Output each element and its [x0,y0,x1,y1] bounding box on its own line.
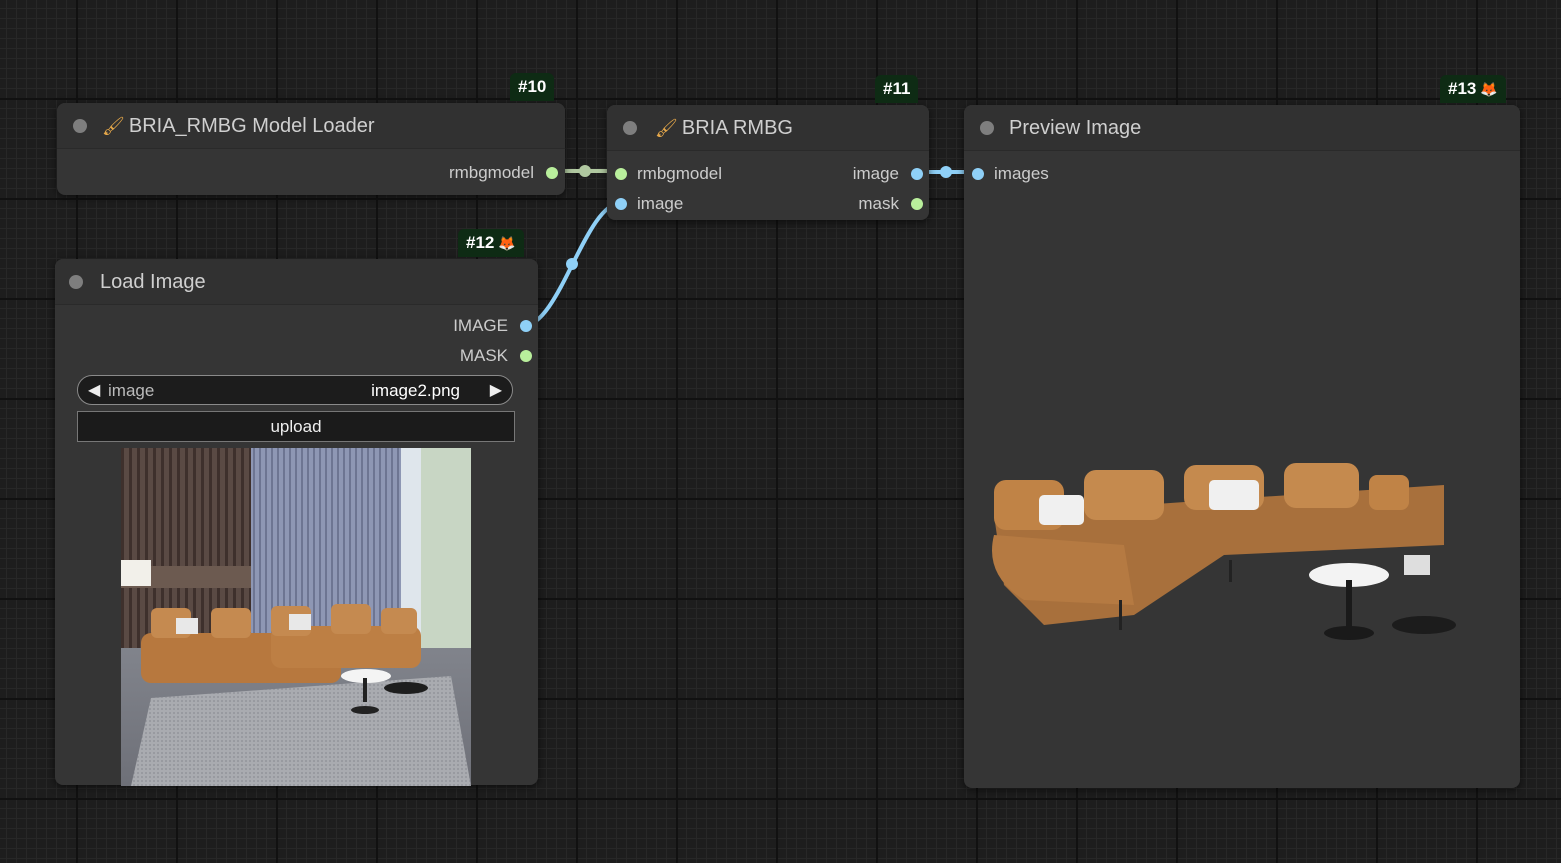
node-load-image[interactable]: Load Image IMAGE MASK ◀ image image2.png… [55,259,538,786]
output-slot-rmbgmodel[interactable]: rmbgmodel [448,163,558,183]
output-slot-IMAGE[interactable]: IMAGE [453,316,532,336]
collapse-dot[interactable] [623,121,637,135]
node-header[interactable]: Preview Image [964,105,1520,151]
node-header[interactable]: Load Image [55,259,538,305]
node-header[interactable]: 🖌 BRIA RMBG [607,105,929,151]
slot-label: MASK [459,346,508,365]
upload-button[interactable]: upload [77,411,515,442]
node-id-badge: #10 [510,73,555,101]
node-title: Load Image [100,271,206,294]
fox-icon: 🦊 [498,235,516,251]
node-id-badge: #12 🦊 [458,229,524,257]
combo-label: image [108,381,155,400]
slot-label: image [637,194,684,213]
output-slot-MASK[interactable]: MASK [459,346,532,366]
combo-value[interactable]: image2.png [371,381,460,401]
node-title: Preview Image [1009,117,1141,140]
node-title-text: Preview Image [1009,117,1142,139]
node-id-text: #12 [466,233,495,252]
collapse-dot[interactable] [69,275,83,289]
paint-brush-icon: 🖌 [655,118,678,138]
node-preview-image[interactable]: Preview Image images [964,105,1520,788]
node-title-text: Load Image [100,271,206,293]
paint-brush-icon: 🖌 [102,116,125,136]
input-socket[interactable] [615,198,627,210]
slot-label: image [852,164,899,183]
output-image-preview [992,463,1456,640]
node-id-text: #10 [518,77,547,96]
triangle-right-icon[interactable]: ▶ [490,380,502,400]
input-slot-images[interactable]: images [972,164,1049,184]
output-socket[interactable] [911,198,923,210]
output-socket[interactable] [911,168,923,180]
input-slot-rmbgmodel[interactable]: rmbgmodel [615,164,723,184]
source-image-preview [121,448,471,786]
image-select-combo[interactable]: ◀ image image2.png ▶ [77,375,513,405]
slot-label: IMAGE [453,316,508,335]
node-header[interactable]: 🖌 BRIA_RMBG Model Loader [57,103,565,149]
output-socket[interactable] [520,350,532,362]
slot-label: mask [858,194,899,213]
link-rmbgmodel-midpoint[interactable] [579,165,591,177]
output-socket[interactable] [520,320,532,332]
node-id-badge: #11 [875,75,919,103]
node-title-text: BRIA RMBG [681,117,793,139]
input-socket[interactable] [615,168,627,180]
output-slot-image[interactable]: image [852,164,923,184]
node-title: 🖌 BRIA_RMBG Model Loader [102,115,375,138]
slot-label: rmbgmodel [637,164,723,183]
node-id-text: #11 [883,79,911,98]
output-socket[interactable] [546,167,558,179]
input-slot-image[interactable]: image [615,194,684,214]
input-socket[interactable] [972,168,984,180]
collapse-dot[interactable] [73,119,87,133]
collapse-dot[interactable] [980,121,994,135]
link-image-midpoint[interactable] [566,258,578,270]
node-id-text: #13 [1448,79,1477,98]
output-slot-mask[interactable]: mask [858,194,923,214]
node-id-badge: #13 🦊 [1440,75,1506,103]
fox-icon: 🦊 [1480,81,1498,97]
node-title-text: BRIA_RMBG Model Loader [128,115,375,137]
slot-label: images [994,164,1049,183]
node-bria-rmbg[interactable]: 🖌 BRIA RMBG rmbgmodel image image mask [607,105,929,220]
triangle-left-icon[interactable]: ◀ [88,380,100,400]
node-title: 🖌 BRIA RMBG [655,117,793,140]
node-model-loader[interactable]: 🖌 BRIA_RMBG Model Loader rmbgmodel [57,103,565,195]
slot-label: rmbgmodel [448,163,534,182]
link-preview-midpoint[interactable] [940,166,952,178]
